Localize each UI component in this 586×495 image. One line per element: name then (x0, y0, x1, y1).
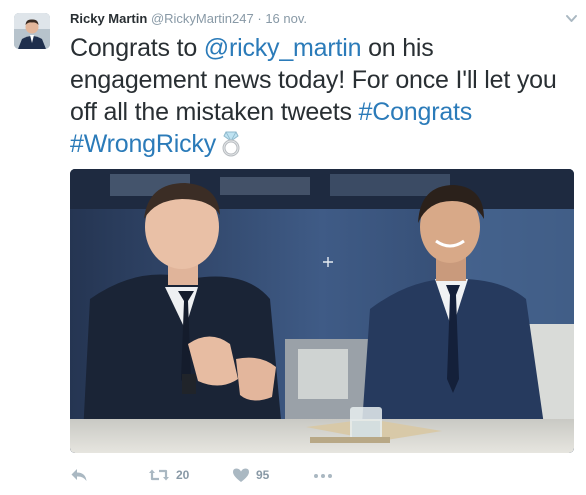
retweet-button[interactable]: 20 (148, 467, 189, 483)
tweet-actions: 20 95 (70, 467, 370, 487)
text-segment: Congrats to (70, 34, 204, 62)
hashtag-link[interactable]: #Congrats (359, 98, 473, 126)
tweet-timestamp[interactable]: 16 nov. (265, 11, 307, 26)
reply-button[interactable] (70, 467, 88, 483)
retweet-count: 20 (176, 468, 190, 482)
like-button[interactable]: 95 (232, 467, 269, 483)
like-icon (233, 468, 249, 482)
hashtag-link[interactable]: #WrongRicky (70, 130, 216, 158)
tweet-header: Ricky Martin @RickyMartin247 · 16 nov. (70, 11, 307, 27)
more-button[interactable] (313, 467, 333, 483)
tweet-card: Ricky Martin @RickyMartin247 · 16 nov. C… (0, 0, 586, 495)
separator-dot: · (257, 11, 262, 26)
caret-down-icon[interactable] (565, 12, 578, 25)
ring-emoji (220, 129, 242, 165)
author-handle[interactable]: @RickyMartin247 (151, 11, 254, 26)
photo-image (70, 169, 574, 453)
tweet-photo[interactable] (70, 169, 574, 453)
avatar[interactable] (14, 13, 50, 49)
mention-link[interactable]: @ricky_martin (204, 34, 362, 62)
avatar-image (14, 13, 50, 49)
like-count: 95 (256, 468, 270, 482)
reply-icon (71, 469, 87, 481)
author-name[interactable]: Ricky Martin (70, 11, 147, 26)
more-icon (314, 474, 332, 478)
retweet-icon (149, 469, 169, 481)
tweet-text: Congrats to @ricky_martin on his engagem… (70, 32, 570, 165)
